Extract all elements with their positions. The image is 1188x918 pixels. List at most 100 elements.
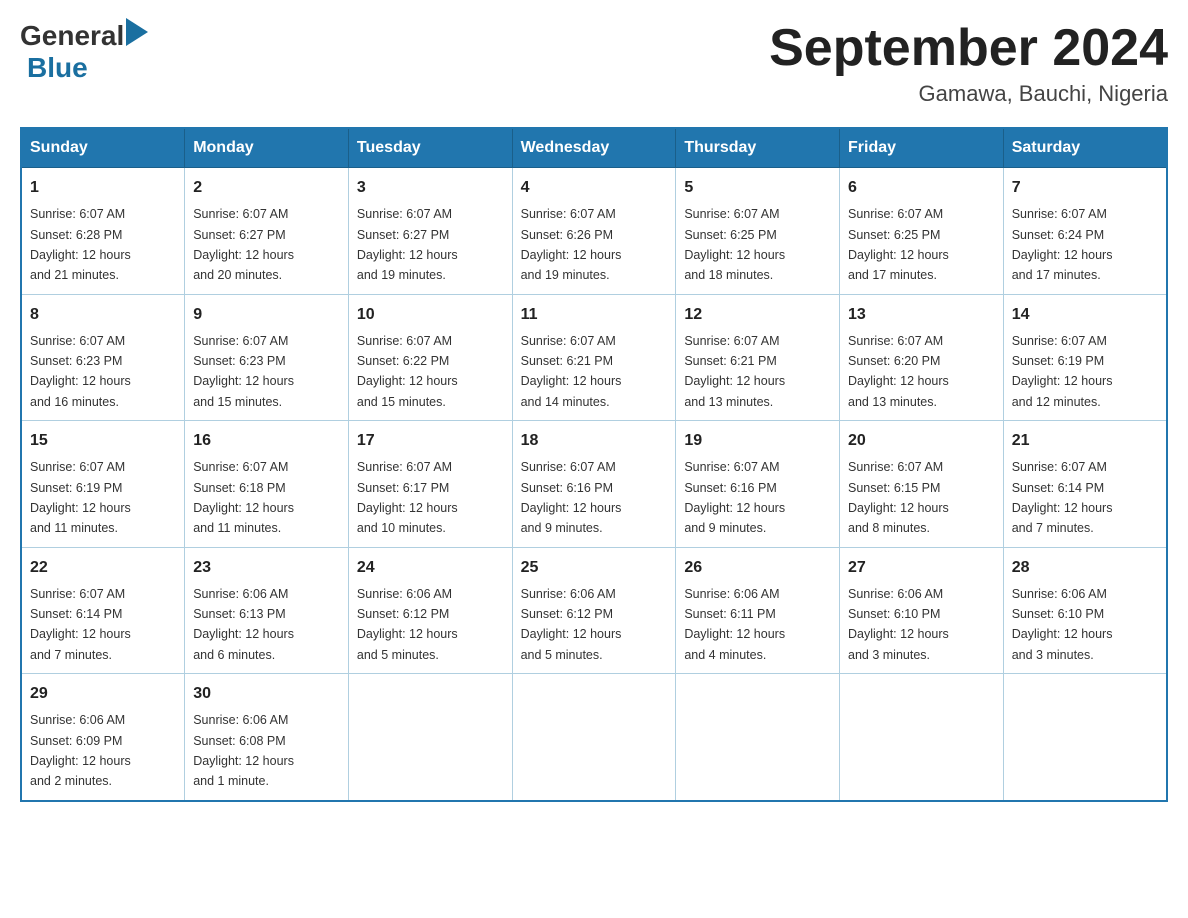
calendar-cell: 17 Sunrise: 6:07 AMSunset: 6:17 PMDaylig…	[348, 421, 512, 548]
calendar-header: SundayMondayTuesdayWednesdayThursdayFrid…	[21, 128, 1167, 168]
logo-blue-text: Blue	[27, 52, 88, 83]
day-info: Sunrise: 6:06 AMSunset: 6:12 PMDaylight:…	[521, 587, 622, 662]
day-info: Sunrise: 6:07 AMSunset: 6:20 PMDaylight:…	[848, 334, 949, 409]
header-day-wednesday: Wednesday	[512, 128, 676, 168]
calendar-cell: 25 Sunrise: 6:06 AMSunset: 6:12 PMDaylig…	[512, 547, 676, 674]
day-number: 12	[684, 303, 831, 327]
header-day-sunday: Sunday	[21, 128, 185, 168]
header-day-friday: Friday	[840, 128, 1004, 168]
page-header: General Blue September 2024 Gamawa, Bauc…	[20, 20, 1168, 107]
day-number: 2	[193, 176, 340, 200]
day-number: 4	[521, 176, 668, 200]
day-info: Sunrise: 6:07 AMSunset: 6:15 PMDaylight:…	[848, 460, 949, 535]
page-title: September 2024	[769, 20, 1168, 77]
calendar-cell: 22 Sunrise: 6:07 AMSunset: 6:14 PMDaylig…	[21, 547, 185, 674]
day-info: Sunrise: 6:07 AMSunset: 6:14 PMDaylight:…	[30, 587, 131, 662]
calendar-cell: 28 Sunrise: 6:06 AMSunset: 6:10 PMDaylig…	[1003, 547, 1167, 674]
day-info: Sunrise: 6:06 AMSunset: 6:08 PMDaylight:…	[193, 713, 294, 788]
calendar-cell	[840, 674, 1004, 801]
calendar-cell	[676, 674, 840, 801]
logo-general-text: General	[20, 20, 124, 52]
day-info: Sunrise: 6:07 AMSunset: 6:23 PMDaylight:…	[193, 334, 294, 409]
header-day-thursday: Thursday	[676, 128, 840, 168]
calendar-cell: 15 Sunrise: 6:07 AMSunset: 6:19 PMDaylig…	[21, 421, 185, 548]
calendar-cell: 23 Sunrise: 6:06 AMSunset: 6:13 PMDaylig…	[185, 547, 349, 674]
logo-arrow-icon	[126, 18, 148, 46]
day-number: 16	[193, 429, 340, 453]
day-number: 29	[30, 682, 176, 706]
header-day-tuesday: Tuesday	[348, 128, 512, 168]
day-number: 30	[193, 682, 340, 706]
calendar-cell: 29 Sunrise: 6:06 AMSunset: 6:09 PMDaylig…	[21, 674, 185, 801]
calendar-cell: 12 Sunrise: 6:07 AMSunset: 6:21 PMDaylig…	[676, 294, 840, 421]
title-block: September 2024 Gamawa, Bauchi, Nigeria	[769, 20, 1168, 107]
week-row-2: 8 Sunrise: 6:07 AMSunset: 6:23 PMDayligh…	[21, 294, 1167, 421]
calendar-cell: 26 Sunrise: 6:06 AMSunset: 6:11 PMDaylig…	[676, 547, 840, 674]
calendar-cell: 11 Sunrise: 6:07 AMSunset: 6:21 PMDaylig…	[512, 294, 676, 421]
calendar-cell: 21 Sunrise: 6:07 AMSunset: 6:14 PMDaylig…	[1003, 421, 1167, 548]
calendar-cell: 8 Sunrise: 6:07 AMSunset: 6:23 PMDayligh…	[21, 294, 185, 421]
calendar-cell: 19 Sunrise: 6:07 AMSunset: 6:16 PMDaylig…	[676, 421, 840, 548]
day-number: 14	[1012, 303, 1158, 327]
calendar-cell	[348, 674, 512, 801]
day-number: 13	[848, 303, 995, 327]
calendar-cell: 27 Sunrise: 6:06 AMSunset: 6:10 PMDaylig…	[840, 547, 1004, 674]
day-number: 8	[30, 303, 176, 327]
day-info: Sunrise: 6:07 AMSunset: 6:19 PMDaylight:…	[30, 460, 131, 535]
calendar-cell: 3 Sunrise: 6:07 AMSunset: 6:27 PMDayligh…	[348, 168, 512, 295]
day-info: Sunrise: 6:07 AMSunset: 6:17 PMDaylight:…	[357, 460, 458, 535]
calendar-cell	[1003, 674, 1167, 801]
day-info: Sunrise: 6:07 AMSunset: 6:27 PMDaylight:…	[357, 207, 458, 282]
day-info: Sunrise: 6:06 AMSunset: 6:10 PMDaylight:…	[848, 587, 949, 662]
day-info: Sunrise: 6:06 AMSunset: 6:10 PMDaylight:…	[1012, 587, 1113, 662]
week-row-5: 29 Sunrise: 6:06 AMSunset: 6:09 PMDaylig…	[21, 674, 1167, 801]
calendar-body: 1 Sunrise: 6:07 AMSunset: 6:28 PMDayligh…	[21, 168, 1167, 801]
day-info: Sunrise: 6:06 AMSunset: 6:13 PMDaylight:…	[193, 587, 294, 662]
day-number: 21	[1012, 429, 1158, 453]
day-info: Sunrise: 6:07 AMSunset: 6:21 PMDaylight:…	[521, 334, 622, 409]
day-number: 15	[30, 429, 176, 453]
day-info: Sunrise: 6:06 AMSunset: 6:11 PMDaylight:…	[684, 587, 785, 662]
day-info: Sunrise: 6:06 AMSunset: 6:12 PMDaylight:…	[357, 587, 458, 662]
day-number: 28	[1012, 556, 1158, 580]
day-info: Sunrise: 6:07 AMSunset: 6:16 PMDaylight:…	[521, 460, 622, 535]
day-info: Sunrise: 6:07 AMSunset: 6:18 PMDaylight:…	[193, 460, 294, 535]
calendar-cell: 4 Sunrise: 6:07 AMSunset: 6:26 PMDayligh…	[512, 168, 676, 295]
day-number: 18	[521, 429, 668, 453]
day-info: Sunrise: 6:06 AMSunset: 6:09 PMDaylight:…	[30, 713, 131, 788]
day-info: Sunrise: 6:07 AMSunset: 6:25 PMDaylight:…	[848, 207, 949, 282]
week-row-3: 15 Sunrise: 6:07 AMSunset: 6:19 PMDaylig…	[21, 421, 1167, 548]
day-info: Sunrise: 6:07 AMSunset: 6:26 PMDaylight:…	[521, 207, 622, 282]
day-number: 7	[1012, 176, 1158, 200]
day-info: Sunrise: 6:07 AMSunset: 6:22 PMDaylight:…	[357, 334, 458, 409]
header-day-monday: Monday	[185, 128, 349, 168]
calendar-cell: 14 Sunrise: 6:07 AMSunset: 6:19 PMDaylig…	[1003, 294, 1167, 421]
week-row-1: 1 Sunrise: 6:07 AMSunset: 6:28 PMDayligh…	[21, 168, 1167, 295]
day-number: 9	[193, 303, 340, 327]
calendar-cell: 13 Sunrise: 6:07 AMSunset: 6:20 PMDaylig…	[840, 294, 1004, 421]
logo: General Blue	[20, 20, 148, 84]
day-number: 17	[357, 429, 504, 453]
day-number: 5	[684, 176, 831, 200]
calendar-cell	[512, 674, 676, 801]
calendar-cell: 2 Sunrise: 6:07 AMSunset: 6:27 PMDayligh…	[185, 168, 349, 295]
day-number: 10	[357, 303, 504, 327]
day-info: Sunrise: 6:07 AMSunset: 6:16 PMDaylight:…	[684, 460, 785, 535]
page-subtitle: Gamawa, Bauchi, Nigeria	[769, 81, 1168, 107]
calendar-cell: 24 Sunrise: 6:06 AMSunset: 6:12 PMDaylig…	[348, 547, 512, 674]
calendar-cell: 5 Sunrise: 6:07 AMSunset: 6:25 PMDayligh…	[676, 168, 840, 295]
day-info: Sunrise: 6:07 AMSunset: 6:28 PMDaylight:…	[30, 207, 131, 282]
day-number: 26	[684, 556, 831, 580]
day-info: Sunrise: 6:07 AMSunset: 6:14 PMDaylight:…	[1012, 460, 1113, 535]
calendar-cell: 1 Sunrise: 6:07 AMSunset: 6:28 PMDayligh…	[21, 168, 185, 295]
day-info: Sunrise: 6:07 AMSunset: 6:21 PMDaylight:…	[684, 334, 785, 409]
calendar-table: SundayMondayTuesdayWednesdayThursdayFrid…	[20, 127, 1168, 802]
day-number: 25	[521, 556, 668, 580]
header-day-saturday: Saturday	[1003, 128, 1167, 168]
calendar-cell: 7 Sunrise: 6:07 AMSunset: 6:24 PMDayligh…	[1003, 168, 1167, 295]
day-number: 22	[30, 556, 176, 580]
day-number: 1	[30, 176, 176, 200]
calendar-cell: 9 Sunrise: 6:07 AMSunset: 6:23 PMDayligh…	[185, 294, 349, 421]
week-row-4: 22 Sunrise: 6:07 AMSunset: 6:14 PMDaylig…	[21, 547, 1167, 674]
calendar-cell: 6 Sunrise: 6:07 AMSunset: 6:25 PMDayligh…	[840, 168, 1004, 295]
